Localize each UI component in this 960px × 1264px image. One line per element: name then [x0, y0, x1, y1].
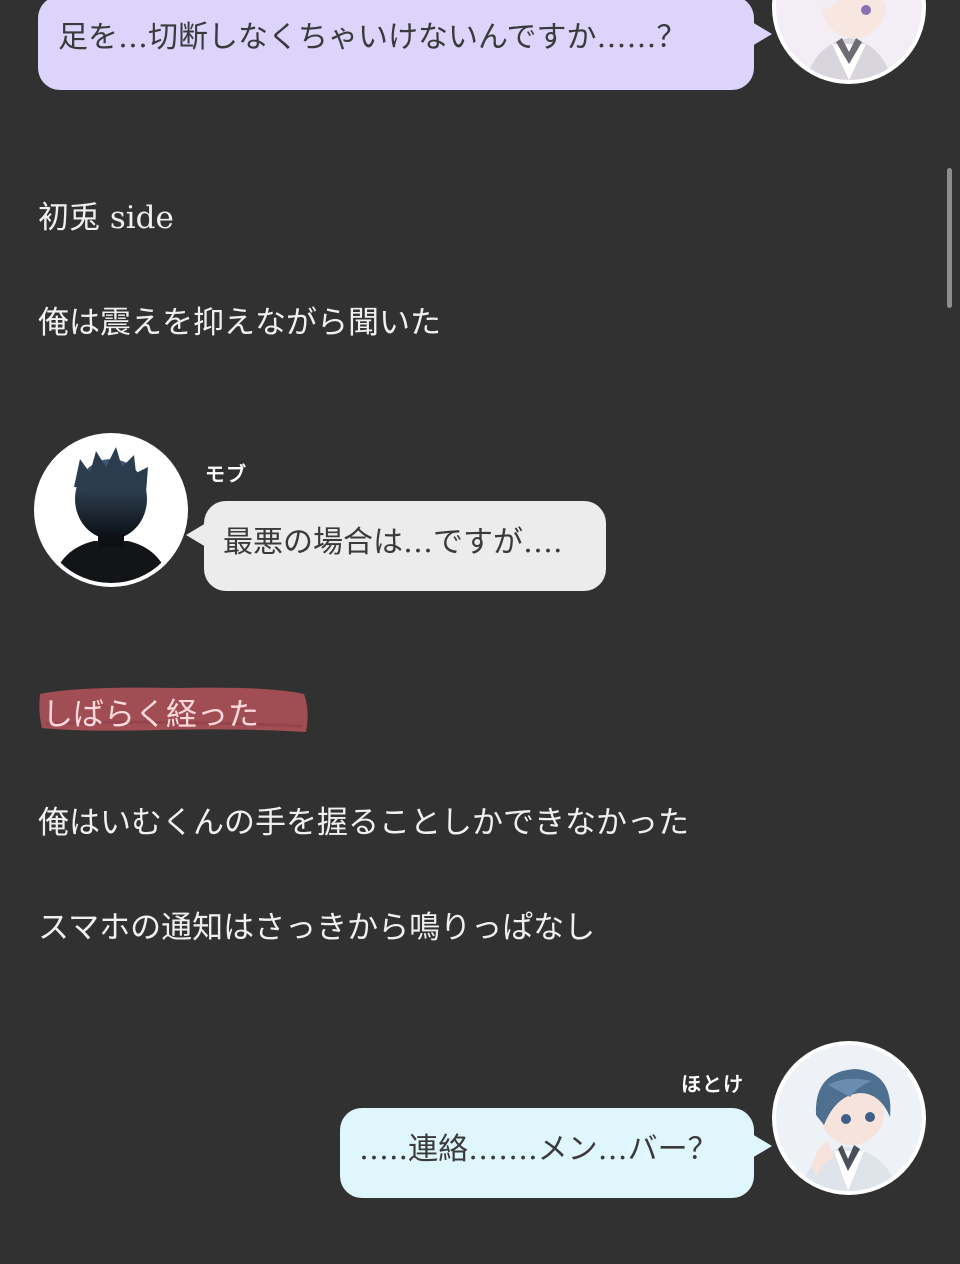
top-message-text: 足を…切断しなくちゃいけないんですか……？ [58, 20, 687, 55]
narration-line-2: 俺はいむくんの手を握ることしかできなかった [38, 805, 689, 841]
user-avatar-icon [776, 1045, 922, 1191]
silhouette-avatar-icon [38, 437, 184, 583]
mob-message-bubble: 最悪の場合は…ですが…. [186, 501, 606, 591]
mob-avatar[interactable] [38, 437, 184, 583]
pov-label: 初兎 side [38, 200, 174, 236]
time-skip-highlight: しばらく経った [38, 684, 310, 734]
time-skip-text: しばらく経った [42, 697, 259, 733]
top-message-bubble: 足を…切断しなくちゃいけないんですか……？ [38, 0, 772, 90]
hotoke-message-text: …..連絡…….メン…バー？ [359, 1132, 718, 1167]
mob-message-text: 最悪の場合は…ですが…. [223, 525, 563, 560]
hotoke-speaker-name: ほとけ [681, 1072, 744, 1096]
user-avatar-icon [776, 0, 922, 80]
narration-line-3: スマホの通知はさっきから鳴りっぱなし [38, 910, 596, 946]
mob-speaker-name: モブ [205, 462, 247, 486]
scrollbar-thumb[interactable] [947, 168, 952, 308]
top-speaker-avatar[interactable] [776, 0, 922, 80]
hotoke-message-bubble: …..連絡…….メン…バー？ [340, 1108, 772, 1198]
hotoke-avatar[interactable] [776, 1045, 922, 1191]
narration-line-1: 俺は震えを抑えながら聞いた [38, 305, 441, 341]
